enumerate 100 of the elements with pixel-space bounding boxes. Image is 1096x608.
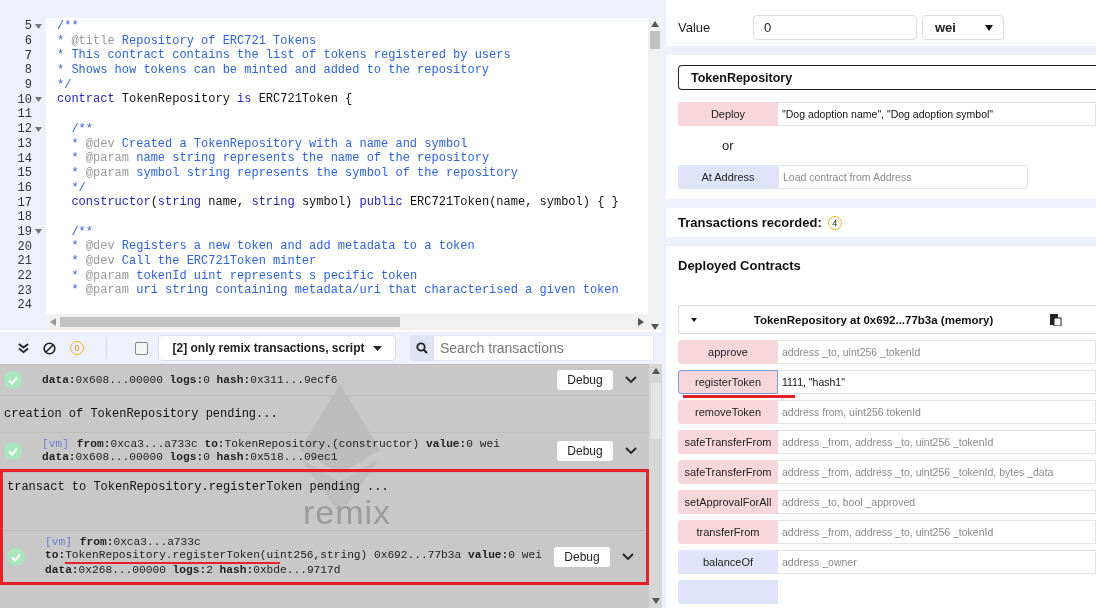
caret-icon	[985, 24, 993, 31]
function-args-field[interactable]: address from, uint256 tokenId	[778, 400, 1096, 424]
function-button[interactable]: registerToken	[678, 370, 778, 394]
function-args-field[interactable]: address _to, bool _approved	[778, 490, 1096, 514]
code-line: * @title Repository of ERC721 Tokens	[57, 33, 317, 48]
line-number: 18	[17, 210, 32, 225]
function-args-field[interactable]: 1111, "hash1"	[778, 370, 1096, 394]
transaction-details: data:0x608...00000 logs:0 hash:0x311...9ecf6	[42, 373, 338, 387]
debug-button[interactable]: Debug	[554, 546, 610, 567]
search-icon	[416, 342, 428, 354]
chevron-down-icon[interactable]	[625, 447, 637, 455]
code-line: * @param name string represents the name of the repository	[70, 151, 490, 166]
clear-icon[interactable]	[43, 341, 56, 355]
scroll-left-icon	[50, 318, 56, 326]
log-message: transact to TokenRepository.registerToken pending ...	[7, 480, 389, 494]
address-field[interactable]: Load contract from Address	[778, 165, 1028, 190]
line-number: 23	[17, 283, 32, 298]
line-number: 17	[17, 195, 32, 210]
scrollbar-thumb[interactable]	[650, 383, 661, 439]
fold-caret-icon[interactable]	[35, 229, 42, 235]
line-number: 12	[17, 122, 32, 137]
log-message: creation of TokenRepository pending...	[4, 407, 278, 421]
chevron-down-icon[interactable]	[625, 376, 637, 384]
line-number: 20	[17, 239, 32, 254]
code-line: /**	[70, 224, 93, 239]
code-line: */	[57, 77, 72, 92]
code-line: * @dev Registers a new token and add metadata to a token	[70, 239, 475, 254]
line-number: 19	[17, 224, 32, 239]
code-line: * Shows how tokens can be minted and added to the repository	[57, 63, 490, 78]
line-number: 16	[17, 180, 32, 195]
scroll-down-icon	[651, 598, 660, 604]
line-number: 6	[24, 34, 32, 49]
unit-select[interactable]: wei	[922, 15, 1004, 41]
line-number: 8	[24, 63, 32, 78]
success-check-icon	[4, 371, 22, 389]
code-line: /**	[70, 121, 93, 136]
success-check-icon	[7, 547, 25, 566]
debug-button[interactable]: Debug	[557, 370, 613, 390]
line-number: 24	[17, 298, 32, 313]
code-line: */	[70, 180, 86, 195]
function-button[interactable]: setApprovalForAll	[678, 490, 778, 514]
line-number: 15	[17, 166, 32, 181]
code-line: contract TokenRepository is ERC721Token {	[57, 92, 353, 107]
function-args-field[interactable]: address _owner	[778, 550, 1096, 574]
contract-instance-header[interactable]: TokenRepository at 0x692...77b3a (memory)	[678, 305, 1096, 334]
function-button[interactable]: removeToken	[678, 400, 778, 424]
function-args-field[interactable]: address _from, address _to, uint256 _tokenId, bytes _data	[778, 460, 1096, 484]
caret-icon[interactable]	[691, 317, 697, 322]
or-text: or	[721, 138, 735, 154]
function-args-field[interactable]: address _to, uint256 _tokenId	[778, 340, 1096, 364]
code-line: * @param symbol string represents the symbol of the repository	[70, 165, 518, 180]
code-line: /**	[57, 19, 79, 33]
scrollbar-thumb[interactable]	[60, 317, 400, 327]
scroll-right-icon	[638, 318, 644, 326]
field-label: Value	[678, 20, 712, 36]
deploy-button[interactable]: Deploy	[678, 102, 778, 127]
fold-caret-icon[interactable]	[35, 126, 42, 132]
line-number: 10	[17, 92, 32, 107]
function-button[interactable]: safeTransferFrom	[678, 460, 778, 484]
line-number: 9	[24, 78, 32, 93]
section-title: Deployed Contracts	[678, 258, 802, 273]
section-title: Transactions recorded:	[678, 215, 822, 231]
filter-dropdown[interactable]: [2] only remix transactions, script	[158, 335, 396, 361]
code-line: * @param uri string containing metadata/uri that characterised a given token	[70, 283, 619, 298]
line-number: 7	[24, 48, 32, 63]
code-line: constructor(string name, string symbol) public ERC721Token(name, symbol) { }	[70, 195, 619, 210]
function-button[interactable]: safeTransferFrom	[678, 430, 778, 454]
function-button[interactable]: balanceOf	[678, 550, 778, 574]
constructor-args-field[interactable]: "Dog adoption name", "Dog adoption symbol"	[778, 102, 1096, 127]
line-number: 11	[17, 107, 32, 122]
line-number: 22	[17, 269, 32, 284]
value-field[interactable]: 0	[753, 15, 917, 41]
fold-caret-icon[interactable]	[35, 23, 42, 29]
code-line: * This contract contains the list of tokens registered by users	[57, 48, 511, 63]
function-args-field[interactable]: address _from, address _to, uint256 _tokenId	[778, 430, 1096, 454]
chevron-down-icon[interactable]	[622, 552, 634, 561]
transaction-details: to:TokenRepository.registerToken(uint256,string) 0x692...77b3a value:0 wei	[45, 549, 542, 562]
debug-button[interactable]: Debug	[557, 441, 613, 461]
transaction-details: data:0x608...00000 logs:0 hash:0x518...09ec1	[42, 451, 338, 464]
line-number: 13	[17, 136, 32, 151]
contract-select[interactable]: TokenRepository	[678, 65, 1096, 91]
line-number: 5	[24, 19, 32, 34]
function-button[interactable]: approve	[678, 340, 778, 364]
filter-checkbox[interactable]	[135, 341, 148, 355]
function-button[interactable]: transferFrom	[678, 520, 778, 544]
function-args-field[interactable]: address _from, address _to, uint256 _tokenId	[778, 520, 1096, 544]
scroll-up-icon	[651, 368, 660, 374]
code-line: * @dev Call the ERC721Token minter	[70, 254, 317, 268]
at-address-button[interactable]: At Address	[678, 165, 778, 190]
fold-caret-icon[interactable]	[35, 97, 42, 103]
success-check-icon	[4, 442, 22, 460]
scroll-up-icon	[651, 21, 659, 27]
caret-icon	[372, 345, 382, 351]
scrollbar-thumb[interactable]	[650, 31, 660, 49]
transaction-details: data:0x268...00000 logs:2 hash:0xbde...9717d	[45, 564, 341, 577]
transaction-details: [vm] from:0xca3...a733c to:TokenRepository.(constructor) value:0 wei	[42, 438, 500, 451]
code-line: * @dev Created a TokenRepository with a name and symbol	[70, 136, 468, 151]
clipboard-icon[interactable]	[1050, 313, 1062, 326]
search-field[interactable]: Search transactions	[434, 335, 654, 361]
double-chevron-down-icon[interactable]	[18, 342, 29, 354]
